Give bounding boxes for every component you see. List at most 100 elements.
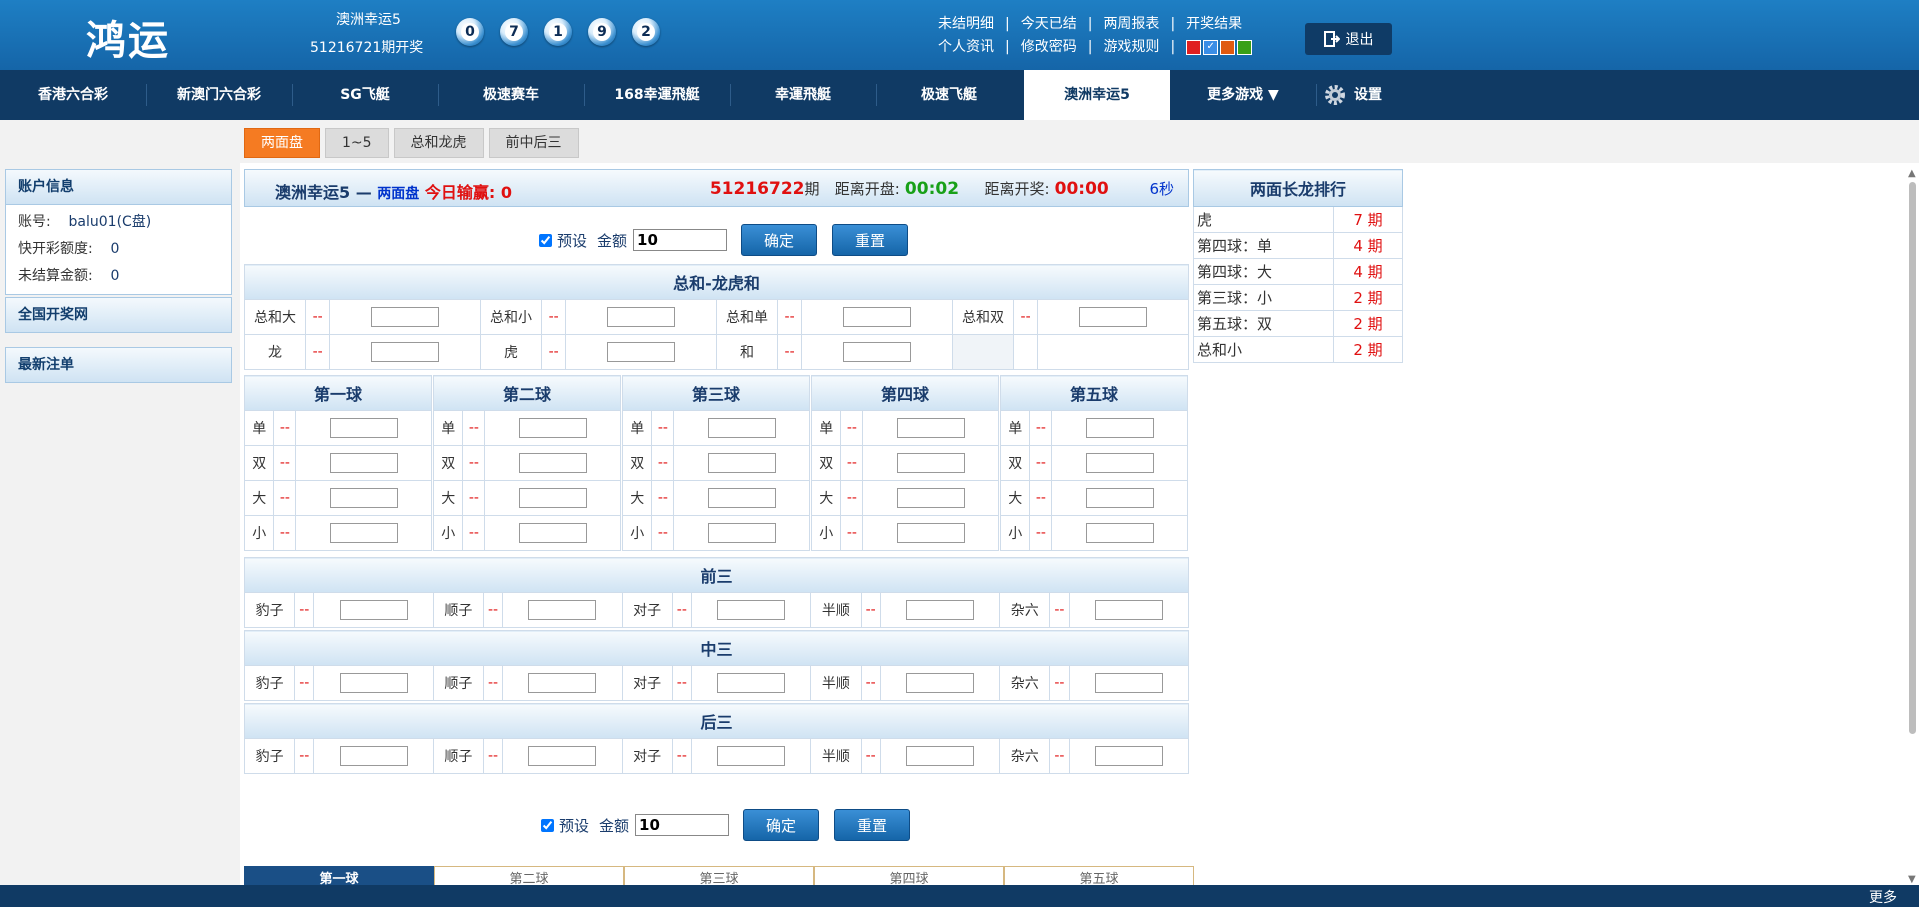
top-links: 未结明细 | 今天已结 | 两周报表 | 开奖结果 个人资讯 | 修改密码 | 游戏规则 |…: [938, 13, 1254, 59]
subtab-two-sides[interactable]: 两面盘: [244, 128, 320, 158]
nav-item-more-games[interactable]: 更多游戏 ▼: [1170, 70, 1316, 120]
link-today-settled[interactable]: 今天已结: [1021, 13, 1077, 36]
bet-input[interactable]: [339, 673, 408, 693]
national-results-panel[interactable]: 全国开奖网: [5, 297, 232, 333]
bet-input[interactable]: [1085, 453, 1154, 473]
result-ball: 9: [588, 18, 616, 46]
bet-cell: [329, 299, 481, 335]
nav-item-macau-mark6[interactable]: 新澳门六合彩: [146, 70, 292, 120]
bet-input[interactable]: [707, 523, 776, 543]
game-mode: 两面盘: [377, 186, 420, 202]
bet-input[interactable]: [518, 453, 587, 473]
ranking-count: 4 期: [1333, 258, 1403, 285]
bet-input[interactable]: [339, 746, 408, 766]
nav-item-speed-racing[interactable]: 极速赛车: [438, 70, 584, 120]
bet-input[interactable]: [896, 418, 965, 438]
bet-input[interactable]: [371, 342, 440, 362]
bet-input[interactable]: [339, 600, 408, 620]
bet-input[interactable]: [1085, 488, 1154, 508]
bet-input[interactable]: [329, 453, 398, 473]
bet-input[interactable]: [371, 307, 440, 327]
settings-button[interactable]: 设置: [1322, 70, 1394, 120]
bet-input[interactable]: [1079, 307, 1148, 327]
preset-checkbox[interactable]: [541, 818, 554, 832]
bet-input[interactable]: [896, 453, 965, 473]
theme-swatch-red[interactable]: [1186, 40, 1202, 55]
bet-input[interactable]: [1085, 418, 1154, 438]
link-unsettled[interactable]: 未结明细: [938, 13, 994, 36]
scroll-up-icon[interactable]: ▲: [1908, 168, 1916, 179]
bet-input[interactable]: [1085, 523, 1154, 543]
bet-input[interactable]: [607, 307, 676, 327]
bet-input[interactable]: [528, 673, 597, 693]
bet-input[interactable]: [905, 746, 974, 766]
bet-label: 豹子: [243, 592, 296, 628]
bet-input[interactable]: [528, 746, 597, 766]
bet-input[interactable]: [1094, 600, 1163, 620]
bet-input[interactable]: [518, 488, 587, 508]
bet-cell: [484, 410, 621, 446]
link-two-week-report[interactable]: 两周报表: [1103, 13, 1159, 36]
logout-label: 退出: [1345, 32, 1374, 48]
confirm-button[interactable]: 确定: [743, 809, 820, 841]
subtab-sum-dragon-tiger[interactable]: 总和龙虎: [393, 128, 484, 158]
link-game-rules[interactable]: 游戏规则: [1103, 36, 1159, 59]
reset-button[interactable]: 重置: [834, 809, 911, 841]
scrollbar-thumb[interactable]: [1909, 182, 1916, 734]
nav-item-sg-boat[interactable]: SG飞艇: [292, 70, 438, 120]
amount-input[interactable]: [633, 229, 728, 251]
nav-item-168-boat[interactable]: 168幸運飛艇: [584, 70, 730, 120]
odds: --: [294, 738, 315, 774]
bet-input[interactable]: [717, 600, 786, 620]
issue-suffix: 期: [804, 180, 820, 198]
bet-input[interactable]: [717, 746, 786, 766]
subtab-front-mid-back[interactable]: 前中后三: [488, 128, 579, 158]
bet-input[interactable]: [329, 418, 398, 438]
page-scrollbar[interactable]: ▲ ▼: [1906, 168, 1919, 885]
bet-input[interactable]: [843, 307, 912, 327]
bet-input[interactable]: [528, 600, 597, 620]
bet-input[interactable]: [707, 488, 776, 508]
bet-cell: [313, 592, 434, 628]
link-change-password[interactable]: 修改密码: [1021, 36, 1077, 59]
bet-input[interactable]: [707, 418, 776, 438]
scroll-down-icon[interactable]: ▼: [1908, 874, 1916, 885]
latest-bets-title[interactable]: 最新注单: [5, 347, 232, 383]
game-title-group: 澳洲幸运5 — 两面盘 今日输赢: 0: [275, 179, 512, 203]
bet-input[interactable]: [896, 523, 965, 543]
bet-input[interactable]: [329, 523, 398, 543]
bet-input[interactable]: [905, 600, 974, 620]
nav-item-aus-lucky5[interactable]: 澳洲幸运5: [1024, 70, 1170, 120]
logout-button[interactable]: 退出: [1305, 23, 1392, 55]
bet-input[interactable]: [518, 523, 587, 543]
national-results-title[interactable]: 全国开奖网: [5, 297, 232, 333]
link-profile[interactable]: 个人资讯: [938, 36, 994, 59]
bet-input[interactable]: [607, 342, 676, 362]
confirm-button[interactable]: 确定: [741, 224, 818, 256]
section-title: 后三: [244, 703, 1189, 739]
bet-input[interactable]: [843, 342, 912, 362]
bet-input[interactable]: [905, 673, 974, 693]
theme-swatch-green[interactable]: [1237, 40, 1253, 55]
bet-input[interactable]: [896, 488, 965, 508]
bet-input[interactable]: [707, 453, 776, 473]
amount-input[interactable]: [635, 814, 730, 836]
latest-bets-panel[interactable]: 最新注单: [5, 347, 232, 383]
bet-label: 大: [243, 480, 275, 516]
nav-item-lucky-boat[interactable]: 幸運飛艇: [730, 70, 876, 120]
middle-three-table: 中三 豹子 -- 顺子 -- 对子 -- 半顺 -- 杂六 --: [243, 630, 1190, 701]
bet-input[interactable]: [1094, 746, 1163, 766]
subtab-1-5[interactable]: 1~5: [325, 128, 389, 158]
link-results[interactable]: 开奖结果: [1186, 13, 1242, 36]
more-link[interactable]: 更多: [1869, 887, 1897, 907]
reset-button[interactable]: 重置: [832, 224, 909, 256]
bet-input[interactable]: [1094, 673, 1163, 693]
nav-item-hk-mark6[interactable]: 香港六合彩: [0, 70, 146, 120]
preset-checkbox[interactable]: [539, 233, 552, 247]
theme-swatch-orange[interactable]: [1220, 40, 1236, 55]
theme-swatch-blue[interactable]: ✓: [1203, 40, 1219, 55]
bet-input[interactable]: [717, 673, 786, 693]
bet-input[interactable]: [329, 488, 398, 508]
nav-item-speed-boat[interactable]: 极速飞艇: [876, 70, 1022, 120]
bet-input[interactable]: [518, 418, 587, 438]
